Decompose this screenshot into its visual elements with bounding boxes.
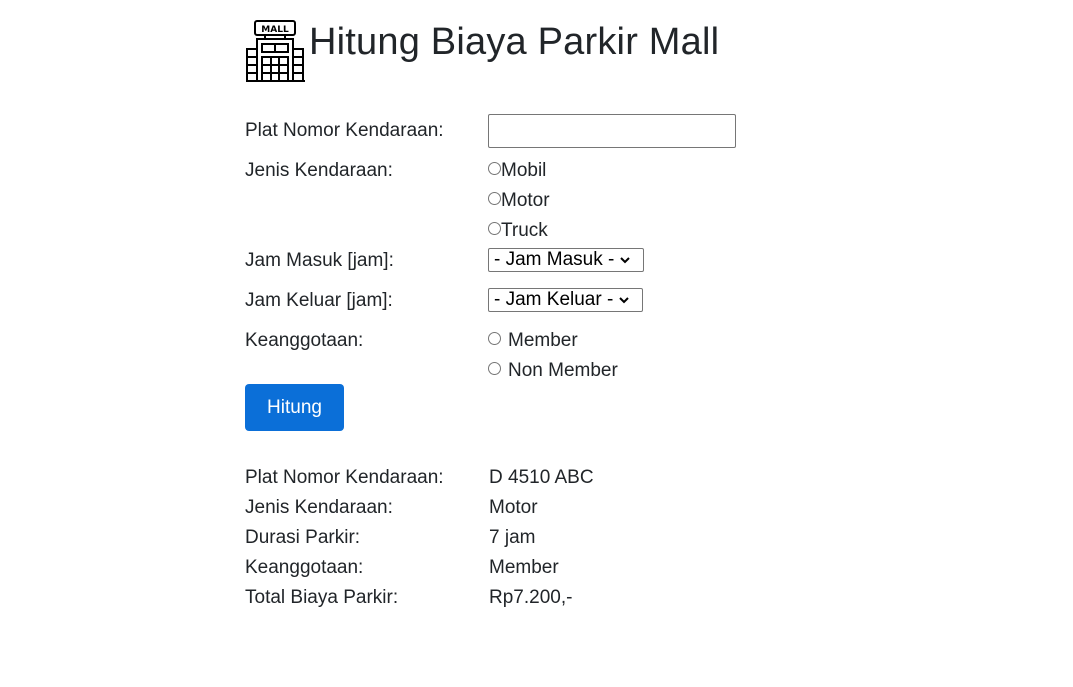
page-title: Hitung Biaya Parkir Mall bbox=[309, 21, 720, 63]
plate-input[interactable] bbox=[488, 114, 736, 148]
plate-label: Plat Nomor Kendaraan: bbox=[245, 120, 444, 141]
membership-option-non-member[interactable]: Non Member bbox=[488, 359, 618, 383]
exit-time-select[interactable]: - Jam Keluar - bbox=[488, 288, 643, 312]
result-label-membership: Keanggotaan: bbox=[245, 557, 364, 578]
result-value-membership: Member bbox=[489, 557, 559, 578]
result-label-vehicle: Jenis Kendaraan: bbox=[245, 497, 393, 518]
vehicle-option-label: Mobil bbox=[501, 160, 547, 181]
membership-option-label: Non Member bbox=[508, 360, 618, 381]
exit-time-label: Jam Keluar [jam]: bbox=[245, 290, 393, 311]
membership-option-member[interactable]: Member bbox=[488, 329, 578, 353]
radio-truck[interactable] bbox=[488, 221, 501, 235]
radio-mobil[interactable] bbox=[488, 161, 501, 175]
result-value-total: Rp7.200,- bbox=[489, 587, 573, 608]
result-value-duration: 7 jam bbox=[489, 527, 536, 548]
hitung-button[interactable]: Hitung bbox=[245, 384, 344, 431]
entry-time-select[interactable]: - Jam Masuk - bbox=[488, 248, 644, 272]
exit-time-selected: - Jam Keluar - bbox=[494, 289, 614, 310]
vehicle-option-label: Truck bbox=[501, 220, 548, 241]
entry-time-label: Jam Masuk [jam]: bbox=[245, 250, 394, 271]
result-label-total: Total Biaya Parkir: bbox=[245, 587, 399, 608]
vehicle-option-mobil[interactable]: Mobil bbox=[488, 159, 546, 183]
svg-text:MALL: MALL bbox=[261, 25, 289, 35]
chevron-down-icon bbox=[619, 297, 630, 304]
result-value-vehicle: Motor bbox=[489, 497, 538, 518]
radio-non-member[interactable] bbox=[488, 361, 501, 375]
radio-motor[interactable] bbox=[488, 191, 501, 205]
header: MALL Hitung Biaya Parkir Mall bbox=[245, 18, 719, 84]
membership-option-label: Member bbox=[508, 330, 578, 351]
chevron-down-icon bbox=[620, 257, 631, 264]
entry-time-selected: - Jam Masuk - bbox=[494, 249, 615, 270]
vehicle-option-truck[interactable]: Truck bbox=[488, 219, 548, 243]
vehicle-type-label: Jenis Kendaraan: bbox=[245, 160, 393, 181]
membership-label: Keanggotaan: bbox=[245, 330, 364, 351]
vehicle-option-label: Motor bbox=[501, 190, 550, 211]
result-label-plate: Plat Nomor Kendaraan: bbox=[245, 467, 444, 488]
radio-member[interactable] bbox=[488, 331, 501, 345]
result-value-plate: D 4510 ABC bbox=[489, 467, 594, 488]
vehicle-option-motor[interactable]: Motor bbox=[488, 189, 550, 213]
result-label-duration: Durasi Parkir: bbox=[245, 527, 361, 548]
mall-building-icon: MALL bbox=[246, 20, 305, 82]
